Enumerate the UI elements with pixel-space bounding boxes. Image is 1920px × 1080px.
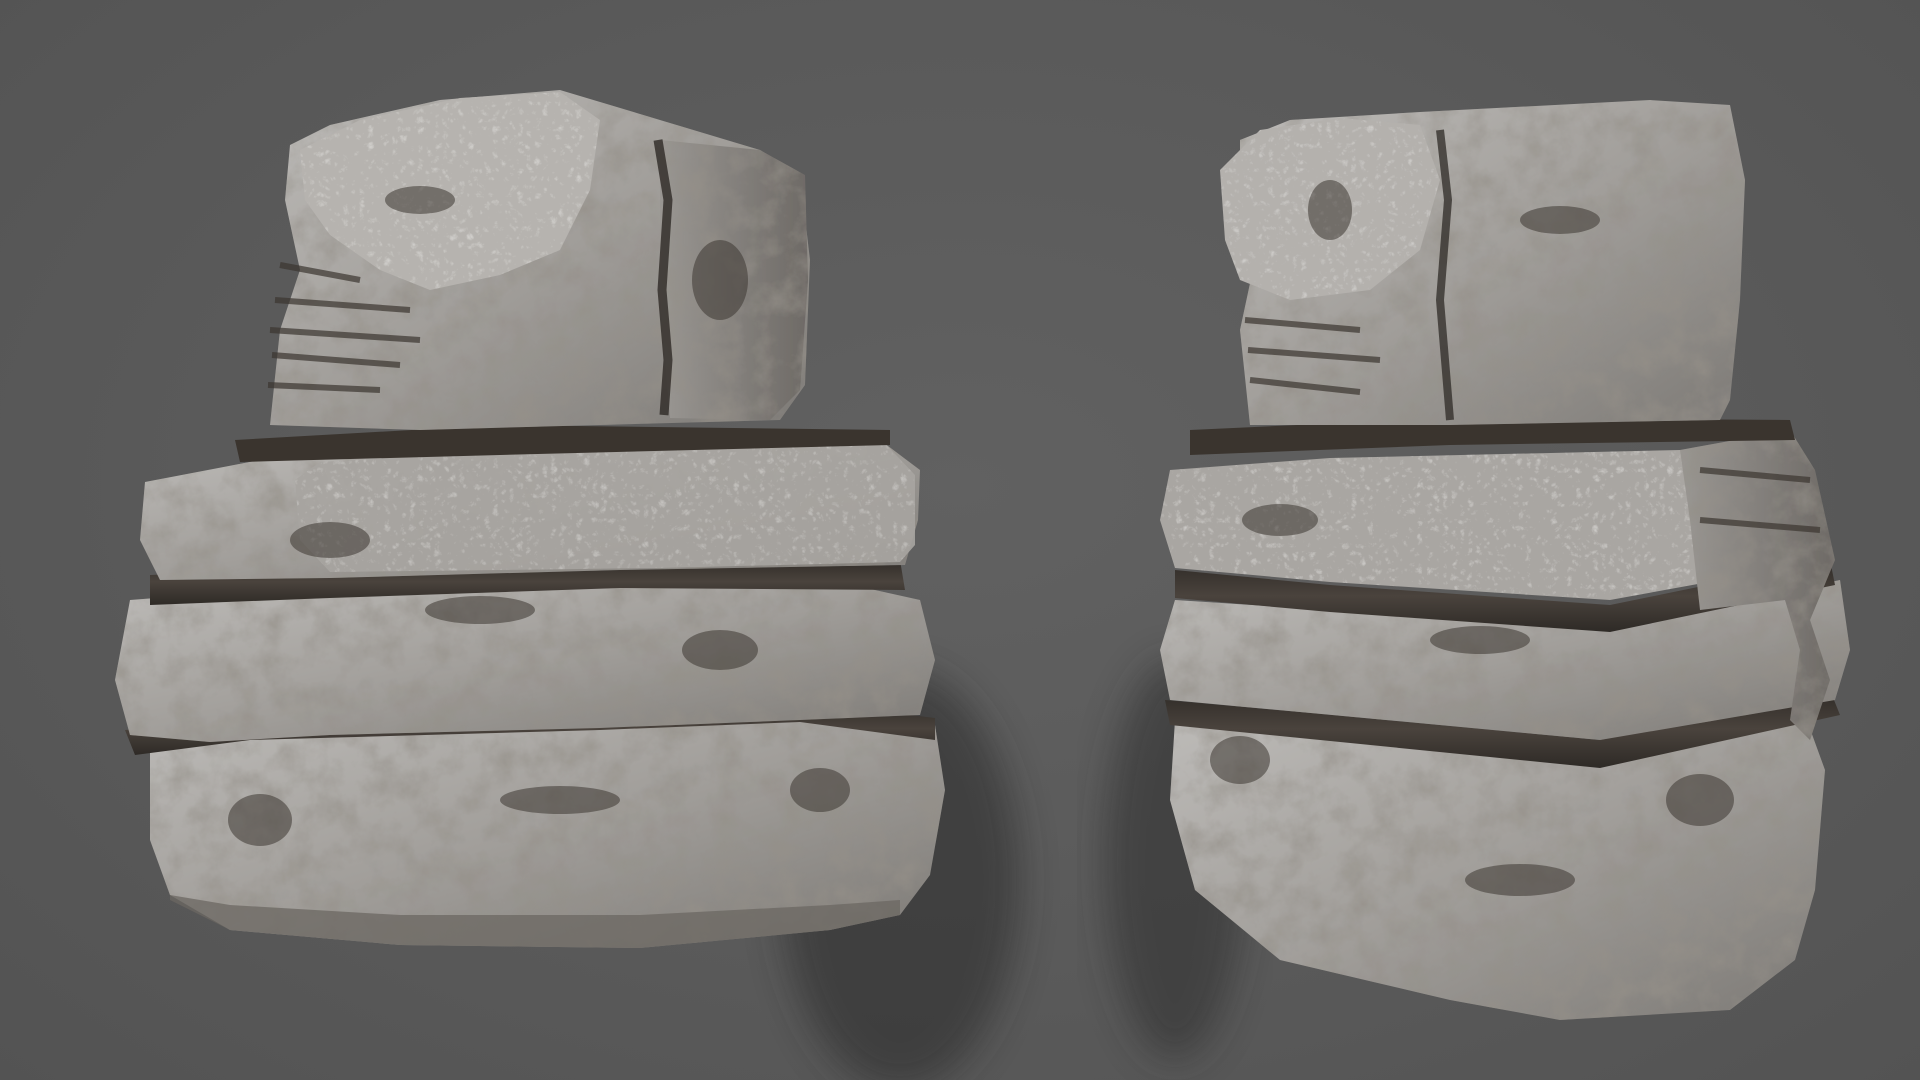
render-viewport [0,0,1920,1080]
scene-svg [115,90,1850,1080]
rock-left-ledge [295,438,915,572]
rock-left [115,90,1020,1080]
rock-right [1105,100,1850,1060]
